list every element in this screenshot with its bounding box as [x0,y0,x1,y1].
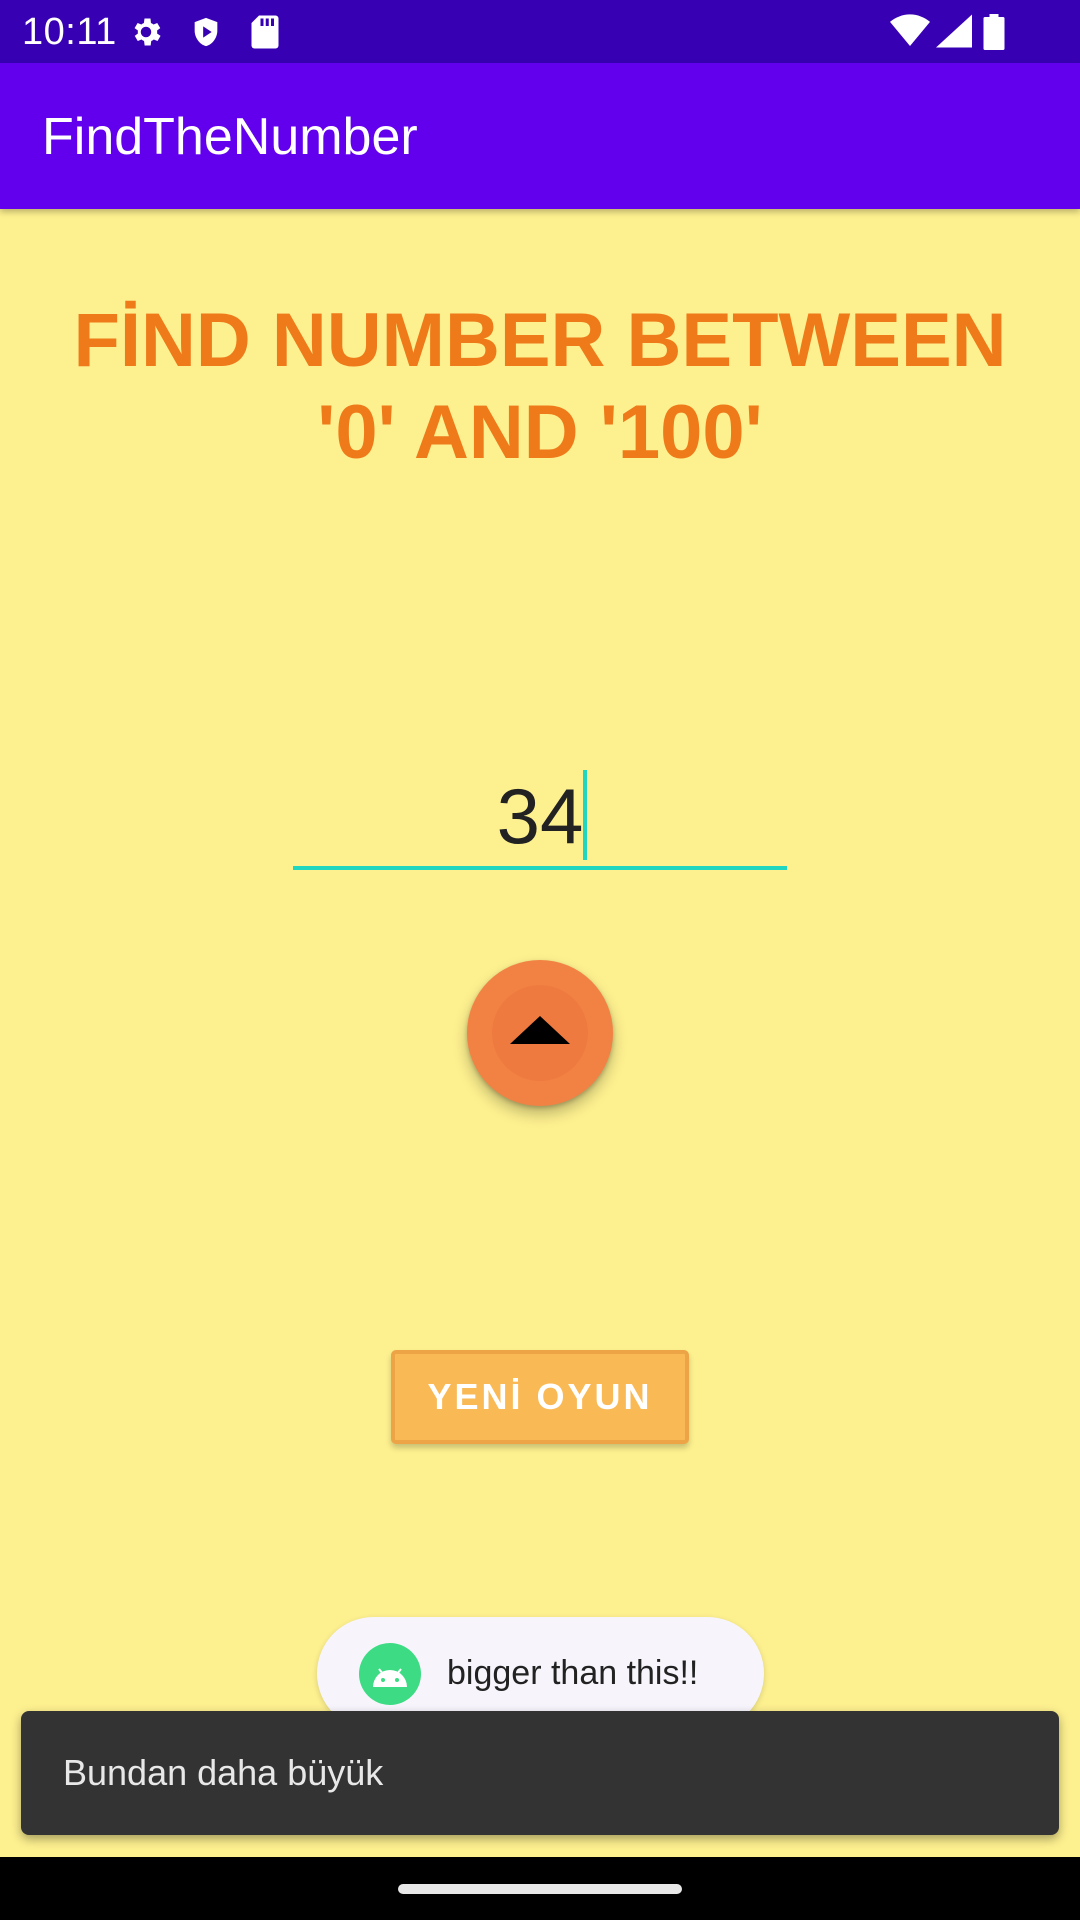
status-time: 10:11 [22,11,117,53]
snackbar: Bundan daha büyük [21,1711,1059,1835]
status-bar: 10:11 [0,0,1080,63]
shield-icon [189,14,223,55]
submit-guess-button[interactable] [467,960,613,1106]
toast-text: bigger than this!! [447,1654,699,1692]
sd-card-icon [250,14,280,55]
app-title: FindTheNumber [42,108,418,166]
input-underline [293,866,787,870]
home-gesture-handle[interactable] [398,1884,682,1894]
text-cursor [583,770,587,860]
android-icon [359,1643,421,1710]
wifi-icon [890,14,930,53]
heading-line-1: FİND NUMBER BETWEEN [73,298,1007,383]
battery-icon [983,14,1005,55]
guess-input[interactable]: 34 [293,760,787,870]
guess-input-value[interactable]: 34 [293,768,787,864]
arrow-up-icon [508,1010,572,1055]
gear-icon [128,14,164,55]
signal-icon [936,14,972,53]
navigation-bar [0,1857,1080,1920]
new-game-button[interactable]: YENİ OYUN [391,1350,689,1444]
heading-line-2: '0' AND '100' [317,390,763,475]
app-bar: FindTheNumber [0,63,1080,209]
snackbar-text: Bundan daha büyük [63,1752,384,1793]
game-instructions-heading: FİND NUMBER BETWEEN '0' AND '100' [40,295,1040,479]
